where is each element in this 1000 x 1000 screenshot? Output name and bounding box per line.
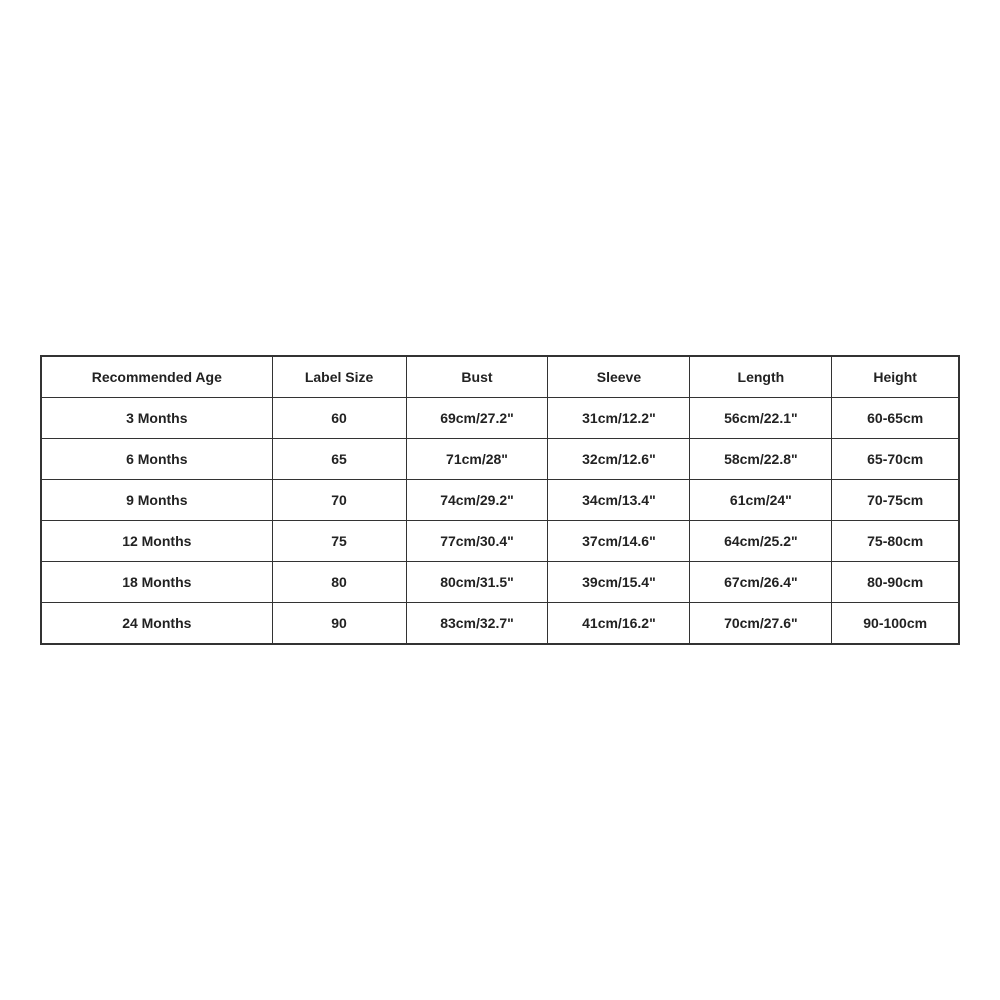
cell-bust: 74cm/29.2" xyxy=(406,480,548,521)
table-row: 3 Months6069cm/27.2"31cm/12.2"56cm/22.1"… xyxy=(42,398,959,439)
cell-height: 60-65cm xyxy=(832,398,959,439)
cell-height: 80-90cm xyxy=(832,562,959,603)
cell-length: 61cm/24" xyxy=(690,480,832,521)
cell-length: 56cm/22.1" xyxy=(690,398,832,439)
cell-label_size: 60 xyxy=(272,398,406,439)
cell-label_size: 65 xyxy=(272,439,406,480)
header-bust: Bust xyxy=(406,357,548,398)
header-recommended-age: Recommended Age xyxy=(42,357,273,398)
size-chart-container: Recommended Age Label Size Bust Sleeve L… xyxy=(40,355,960,645)
size-chart-table: Recommended Age Label Size Bust Sleeve L… xyxy=(41,356,959,644)
cell-sleeve: 39cm/15.4" xyxy=(548,562,690,603)
cell-label_size: 80 xyxy=(272,562,406,603)
table-header-row: Recommended Age Label Size Bust Sleeve L… xyxy=(42,357,959,398)
table-row: 24 Months9083cm/32.7"41cm/16.2"70cm/27.6… xyxy=(42,603,959,644)
cell-length: 70cm/27.6" xyxy=(690,603,832,644)
table-row: 9 Months7074cm/29.2"34cm/13.4"61cm/24"70… xyxy=(42,480,959,521)
header-sleeve: Sleeve xyxy=(548,357,690,398)
cell-age: 6 Months xyxy=(42,439,273,480)
cell-label_size: 70 xyxy=(272,480,406,521)
table-row: 6 Months6571cm/28"32cm/12.6"58cm/22.8"65… xyxy=(42,439,959,480)
cell-bust: 71cm/28" xyxy=(406,439,548,480)
cell-label_size: 90 xyxy=(272,603,406,644)
table-row: 18 Months8080cm/31.5"39cm/15.4"67cm/26.4… xyxy=(42,562,959,603)
cell-height: 65-70cm xyxy=(832,439,959,480)
cell-sleeve: 32cm/12.6" xyxy=(548,439,690,480)
cell-bust: 69cm/27.2" xyxy=(406,398,548,439)
cell-bust: 80cm/31.5" xyxy=(406,562,548,603)
cell-age: 18 Months xyxy=(42,562,273,603)
cell-height: 90-100cm xyxy=(832,603,959,644)
cell-sleeve: 41cm/16.2" xyxy=(548,603,690,644)
cell-age: 9 Months xyxy=(42,480,273,521)
header-height: Height xyxy=(832,357,959,398)
cell-bust: 77cm/30.4" xyxy=(406,521,548,562)
cell-length: 67cm/26.4" xyxy=(690,562,832,603)
cell-sleeve: 37cm/14.6" xyxy=(548,521,690,562)
cell-height: 75-80cm xyxy=(832,521,959,562)
cell-length: 58cm/22.8" xyxy=(690,439,832,480)
cell-bust: 83cm/32.7" xyxy=(406,603,548,644)
header-length: Length xyxy=(690,357,832,398)
cell-label_size: 75 xyxy=(272,521,406,562)
cell-height: 70-75cm xyxy=(832,480,959,521)
cell-age: 12 Months xyxy=(42,521,273,562)
cell-age: 3 Months xyxy=(42,398,273,439)
cell-sleeve: 34cm/13.4" xyxy=(548,480,690,521)
table-row: 12 Months7577cm/30.4"37cm/14.6"64cm/25.2… xyxy=(42,521,959,562)
cell-length: 64cm/25.2" xyxy=(690,521,832,562)
cell-age: 24 Months xyxy=(42,603,273,644)
cell-sleeve: 31cm/12.2" xyxy=(548,398,690,439)
header-label-size: Label Size xyxy=(272,357,406,398)
